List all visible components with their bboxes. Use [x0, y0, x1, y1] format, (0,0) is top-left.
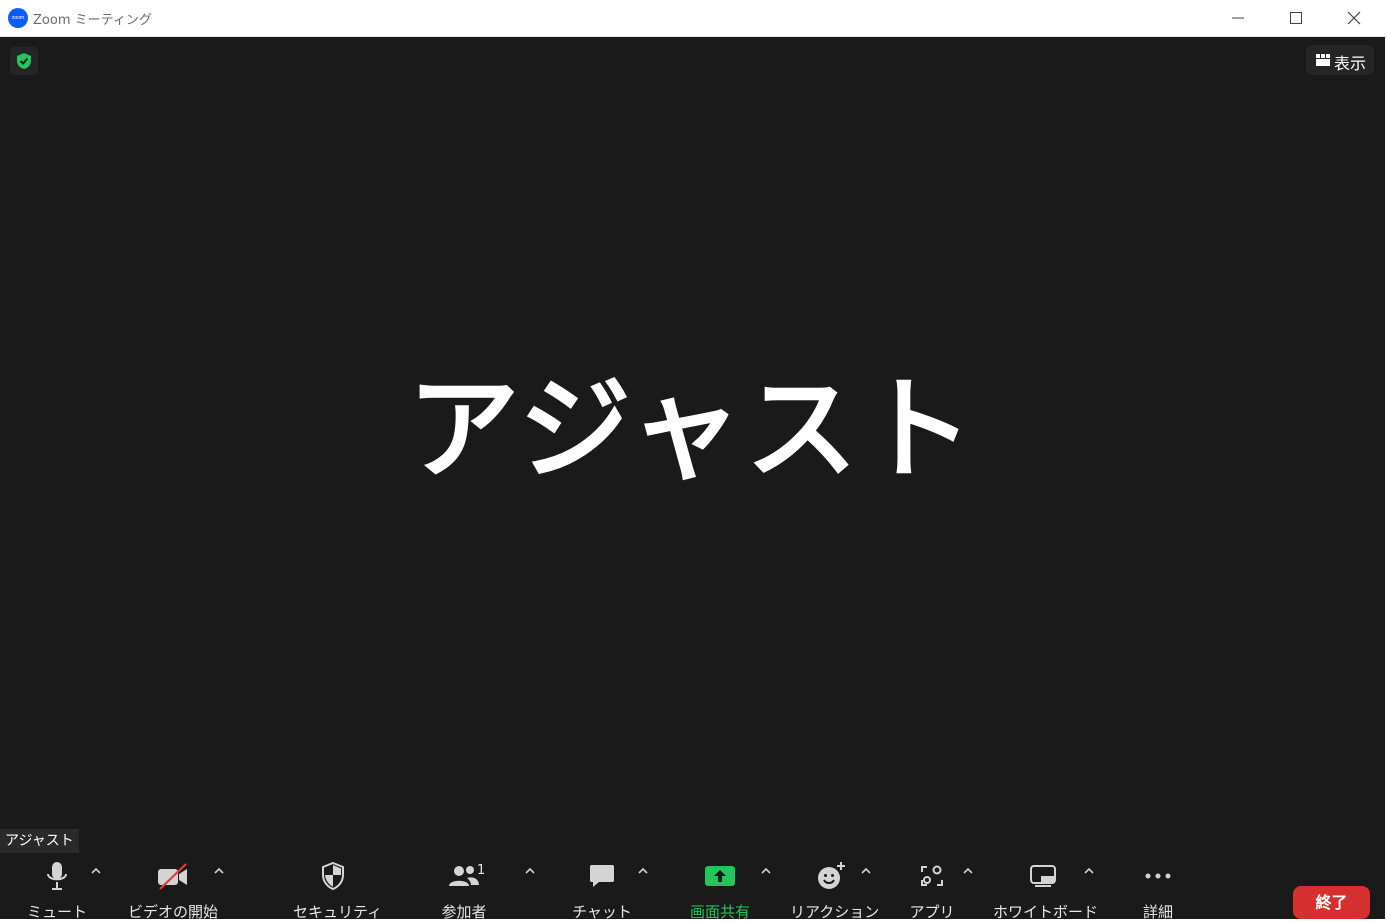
mute-button[interactable]: ミュート: [22, 861, 92, 921]
chevron-up-icon: [91, 867, 101, 874]
whiteboard-options-caret[interactable]: [1081, 863, 1097, 879]
close-button[interactable]: [1325, 0, 1383, 36]
shield-check-icon: [17, 53, 31, 69]
end-meeting-button[interactable]: 終了: [1293, 886, 1370, 919]
share-options-caret[interactable]: [758, 863, 774, 879]
window-title: Zoom ミーティング: [33, 13, 152, 28]
chat-button[interactable]: チャット: [562, 861, 642, 921]
view-button[interactable]: 表示: [1306, 45, 1374, 75]
reactions-options-caret[interactable]: [858, 863, 874, 879]
apps-options-caret[interactable]: [960, 863, 976, 879]
apps-button[interactable]: アプリ: [902, 861, 962, 921]
close-icon: [1347, 11, 1361, 25]
encryption-badge[interactable]: [10, 47, 38, 75]
minimize-button[interactable]: [1209, 0, 1267, 36]
more-dots-icon: [1145, 873, 1171, 879]
participants-button[interactable]: 1 参加者: [424, 861, 504, 921]
start-video-button[interactable]: ビデオの開始: [128, 861, 218, 921]
meeting-toolbar: ミュート ビデオの開始 セキュリティ 1 参加者 チャット 画面共有 リアクショ…: [0, 853, 1385, 921]
chat-options-caret[interactable]: [635, 863, 651, 879]
participants-count: 1: [477, 863, 486, 878]
maximize-icon: [1290, 12, 1302, 24]
share-screen-icon: [705, 866, 735, 886]
video-options-caret[interactable]: [211, 863, 227, 879]
chevron-up-icon: [761, 867, 771, 874]
add-reaction-icon: [818, 862, 845, 889]
chevron-up-icon: [963, 867, 973, 874]
whiteboard-icon: [1030, 865, 1056, 887]
meeting-view: 表示 アジャスト アジャスト ミュート ビデオの開始 セキュリティ 1 参加者 …: [0, 37, 1385, 921]
chevron-up-icon: [638, 867, 648, 874]
maximize-button[interactable]: [1267, 0, 1325, 36]
apps-icon: [921, 865, 943, 886]
shield-icon: [322, 861, 344, 891]
chevron-up-icon: [1084, 867, 1094, 874]
window-title-bar: zoom Zoom ミーティング: [0, 0, 1387, 37]
more-button[interactable]: 詳細: [1128, 861, 1188, 921]
participants-options-caret[interactable]: [522, 863, 538, 879]
view-button-label: 表示: [1334, 54, 1367, 73]
mute-options-caret[interactable]: [88, 863, 104, 879]
participant-name-tag: アジャスト: [0, 829, 79, 853]
chevron-up-icon: [214, 867, 224, 874]
zoom-logo-icon: zoom: [8, 8, 28, 28]
security-button[interactable]: セキュリティ: [293, 861, 382, 921]
whiteboard-button[interactable]: ホワイトボード: [993, 861, 1098, 921]
grid-view-icon: [1316, 54, 1330, 66]
participants-icon: [449, 866, 479, 886]
share-screen-button[interactable]: 画面共有: [680, 861, 760, 921]
chevron-up-icon: [861, 867, 871, 874]
minimize-icon: [1232, 17, 1244, 19]
chat-bubble-icon: [590, 865, 614, 887]
chevron-up-icon: [525, 867, 535, 874]
video-off-icon: [158, 863, 187, 890]
participant-name-display: アジャスト: [407, 365, 978, 495]
microphone-icon: [47, 862, 67, 890]
